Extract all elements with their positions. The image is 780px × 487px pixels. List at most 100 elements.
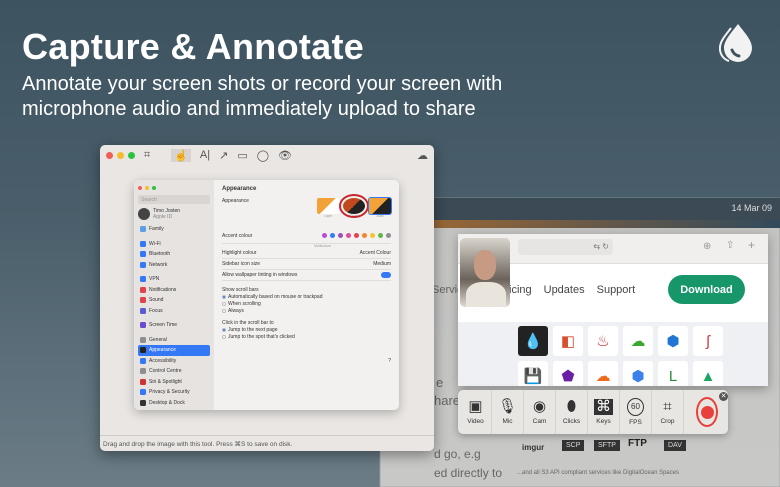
mode-auto[interactable]: Auto <box>369 198 391 228</box>
tinting-toggle[interactable] <box>381 272 391 278</box>
settings-search[interactable]: Search <box>138 195 210 204</box>
radio-option[interactable]: Always <box>222 307 391 314</box>
close-recorder-icon[interactable]: ✕ <box>719 392 728 401</box>
recorder-fps-button[interactable]: 60 FPS <box>620 390 652 434</box>
accent-swatch[interactable] <box>370 233 375 238</box>
recorder-crop-button[interactable]: ⌗ Crop <box>652 390 684 434</box>
radio-option[interactable]: Automatically based on mouse or trackpad <box>222 293 391 300</box>
radio-option[interactable]: Jump to the next page <box>222 326 391 333</box>
sidebar-item-appearance[interactable]: Appearance <box>138 345 210 356</box>
sidebar-item-network[interactable]: Network <box>138 260 210 271</box>
mode-dark[interactable]: Dark <box>339 194 369 228</box>
video-icon: ▣ <box>468 398 483 415</box>
annotation-editor-window: ⌗ ☝ A| ↗ ▭ ◯ 👁 ☁ Search Timo Josten Apple… <box>100 145 434 451</box>
sidebar-item-bluetooth[interactable]: Bluetooth <box>138 249 210 260</box>
keys-icon: ⌘ <box>594 398 613 415</box>
text-tool-icon[interactable]: A| <box>200 149 210 161</box>
rectangle-tool-icon[interactable]: ▭ <box>237 149 247 162</box>
accent-swatch[interactable] <box>386 233 391 238</box>
share-icon[interactable]: ⇧ <box>726 240 734 251</box>
arrow-tool-icon[interactable]: ↗ <box>219 149 228 162</box>
sidebar-item-wi-fi[interactable]: Wi-Fi <box>138 239 210 250</box>
cloud-icon: ☁ <box>623 326 653 356</box>
accent-label: Accent colour <box>222 232 253 239</box>
accent-swatch[interactable] <box>330 233 335 238</box>
webcam-overlay[interactable] <box>460 238 510 307</box>
accent-swatch[interactable] <box>346 233 351 238</box>
settings-icon <box>140 368 146 375</box>
user-sub: Apple ID <box>153 214 173 220</box>
settings-icon <box>140 347 146 354</box>
pointer-tool-icon[interactable]: ☝ <box>171 148 191 162</box>
mode-light[interactable]: Light <box>317 198 339 228</box>
recorder-cam-button[interactable]: ◉ Cam <box>524 390 556 434</box>
settings-sidebar: Search Timo Josten Apple ID Family Wi-Fi B… <box>134 180 214 410</box>
nav-link-support[interactable]: Support <box>597 284 636 296</box>
office-icon: ◧ <box>553 326 583 356</box>
sidebar-item-control-centre[interactable]: Control Centre <box>138 366 210 377</box>
flamingo-icon: ʃ <box>693 326 723 356</box>
accent-swatch[interactable] <box>362 233 367 238</box>
recorder-keys-button[interactable]: ⌘ Keys <box>588 390 620 434</box>
bg-logo-dav: DAV <box>664 440 686 451</box>
azure-icon: ⬢ <box>658 326 688 356</box>
sidebar-item-accessibility[interactable]: Accessibility <box>138 356 210 367</box>
sidebar-item-notifications[interactable]: Notifications <box>138 285 210 296</box>
wallpaper-strip <box>380 220 780 228</box>
circle-tool-icon[interactable]: ◯ <box>257 149 269 162</box>
radio-option[interactable]: When scrolling <box>222 300 391 307</box>
radio-option[interactable]: Jump to the spot that's clicked <box>222 333 391 340</box>
sidebar-item-screen-time[interactable]: Screen Time <box>138 320 210 331</box>
droplet-logo-icon <box>718 24 752 62</box>
droplr-icon: 💧 <box>518 326 548 356</box>
accent-swatch[interactable] <box>322 233 327 238</box>
crop-tool-icon[interactable]: ⌗ <box>144 149 150 162</box>
recorder-video-button[interactable]: ▣ Video <box>460 390 492 434</box>
pentagon-icon: ⬟ <box>553 361 583 386</box>
recorder-clicks-button[interactable]: ⬮ Clicks <box>556 390 588 434</box>
highlight-label: Highlight colour <box>222 250 257 256</box>
upload-cloud-icon[interactable]: ☁ <box>417 149 428 162</box>
recorder-mic-button[interactable]: 🎙 Mic <box>492 390 524 434</box>
settings-icon <box>140 240 146 247</box>
accent-swatch[interactable] <box>354 233 359 238</box>
nav-link-updates[interactable]: Updates <box>544 284 585 296</box>
sidebar-item-sound[interactable]: Sound <box>138 295 210 306</box>
mic-icon: 🎙 <box>497 398 518 415</box>
new-tab-icon[interactable]: + <box>748 238 755 252</box>
settings-icon <box>140 261 146 268</box>
avatar <box>138 208 150 220</box>
sidebar-item-siri-spotlight[interactable]: Siri & Spotlight <box>138 377 210 388</box>
menubar-clock: 14 Mar 09 <box>731 203 772 213</box>
accent-swatch[interactable] <box>378 233 383 238</box>
l-icon: L <box>658 361 688 386</box>
settings-icon <box>140 357 146 364</box>
sidebar-item-vpn[interactable]: VPN <box>138 274 210 285</box>
editor-status: Drag and drop the image with this tool. … <box>100 435 434 451</box>
settings-icon <box>140 307 146 314</box>
accent-swatch[interactable] <box>338 233 343 238</box>
highlight-select[interactable]: Accent Colour <box>360 250 391 256</box>
bg-s3-text: ...and all S3 API compliant services lik… <box>517 470 680 476</box>
icon-size-label: Sidebar icon size <box>222 261 261 267</box>
downloads-icon[interactable]: ⊕ <box>703 241 711 252</box>
sidebar-item-general[interactable]: General <box>138 335 210 346</box>
record-button[interactable] <box>696 397 718 427</box>
blur-tool-icon[interactable]: 👁 <box>278 149 292 162</box>
bg-text: ed directly to <box>434 466 503 480</box>
icon-size-select[interactable]: Medium <box>373 261 391 267</box>
appearance-pane: Appearance Appearance Light Dark Auto Acce… <box>214 180 399 410</box>
sidebar-item-desktop-dock[interactable]: Desktop & Dock <box>138 398 210 409</box>
download-button[interactable]: Download <box>668 275 745 304</box>
address-bar[interactable]: ⇆ ↻ <box>518 239 613 255</box>
bg-logo-scp: SCP <box>562 440 585 451</box>
sidebar-item-privacy-security[interactable]: Privacy & Security <box>138 387 210 398</box>
sidebar-item-family[interactable]: Family <box>138 224 210 235</box>
google-drive-icon: ▲ <box>693 361 723 386</box>
sidebar-item-focus[interactable]: Focus <box>138 306 210 317</box>
integrations-grid: 💧 ◧ ♨ ☁ ⬢ ʃ 💾 ⬟ ☁ ⬢ L ▲ <box>458 322 768 386</box>
settings-icon <box>140 322 146 329</box>
editor-toolbar: ⌗ ☝ A| ↗ ▭ ◯ 👁 ☁ <box>100 145 434 165</box>
help-button[interactable]: ? <box>222 358 391 364</box>
window-controls[interactable] <box>106 151 135 159</box>
